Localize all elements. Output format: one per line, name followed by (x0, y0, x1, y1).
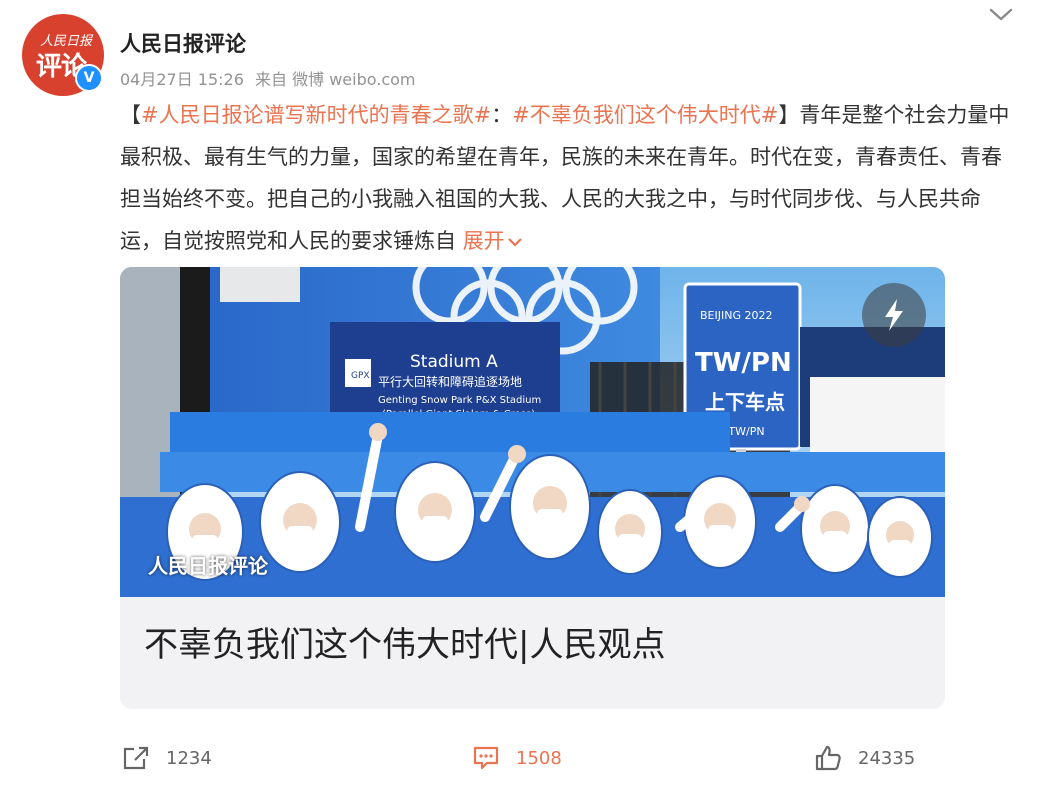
chevron-down-icon[interactable] (988, 6, 1014, 24)
verified-icon: V (75, 64, 103, 92)
post-text: 【#人民日报论谱写新时代的青春之歌#：#不辜负我们这个伟大时代#】青年是整个社会… (120, 94, 1020, 262)
comment-icon (473, 746, 499, 770)
share-count: 1234 (166, 747, 212, 769)
share-icon (123, 746, 149, 770)
sign-title: Stadium A (410, 352, 498, 372)
share-button[interactable]: 1234 (122, 742, 212, 774)
expand-button[interactable]: 展开 (463, 229, 523, 253)
board-cn: 上下车点 (705, 390, 785, 414)
flash-icon[interactable] (862, 283, 926, 347)
bracket-open: 【 (120, 103, 141, 127)
bracket-close: 】 (778, 103, 800, 127)
post-date[interactable]: 04月27日 15:26 (120, 70, 244, 89)
tag-separator: ： (491, 103, 513, 127)
sign-logo: GPX (351, 371, 370, 381)
like-count: 24335 (858, 747, 916, 769)
article-title[interactable]: 不辜负我们这个伟大时代|人民观点 (144, 617, 665, 666)
post-meta: 04月27日 15:26 来自 微博 weibo.com (120, 66, 422, 90)
sign-en1: Genting Snow Park P&X Stadium (378, 395, 541, 406)
comment-button[interactable]: 1508 (472, 742, 562, 774)
topic-tag-2[interactable]: #不辜负我们这个伟大时代# (512, 103, 778, 127)
image-watermark: 人民日报评论 (148, 554, 268, 578)
article-cover-image: GPX Stadium A 平行大回转和障碍追逐场地 Genting Snow … (120, 267, 945, 597)
board-top: BEIJING 2022 (700, 309, 772, 322)
board-main: TW/PN (695, 348, 792, 378)
comment-count: 1508 (516, 747, 562, 769)
user-name[interactable]: 人民日报评论 (120, 28, 246, 58)
like-button[interactable]: 24335 (814, 742, 915, 774)
expand-label: 展开 (462, 229, 505, 253)
flash-icon-glyph (885, 299, 903, 331)
post-source: 来自 微博 weibo.com (255, 70, 416, 89)
article-card[interactable]: GPX Stadium A 平行大回转和障碍追逐场地 Genting Snow … (120, 267, 945, 709)
topic-tag-1[interactable]: #人民日报论谱写新时代的青春之歌# (141, 103, 491, 127)
like-icon (815, 745, 841, 771)
chevron-down-icon (507, 238, 522, 247)
sign-cn: 平行大回转和障碍追逐场地 (378, 374, 522, 389)
